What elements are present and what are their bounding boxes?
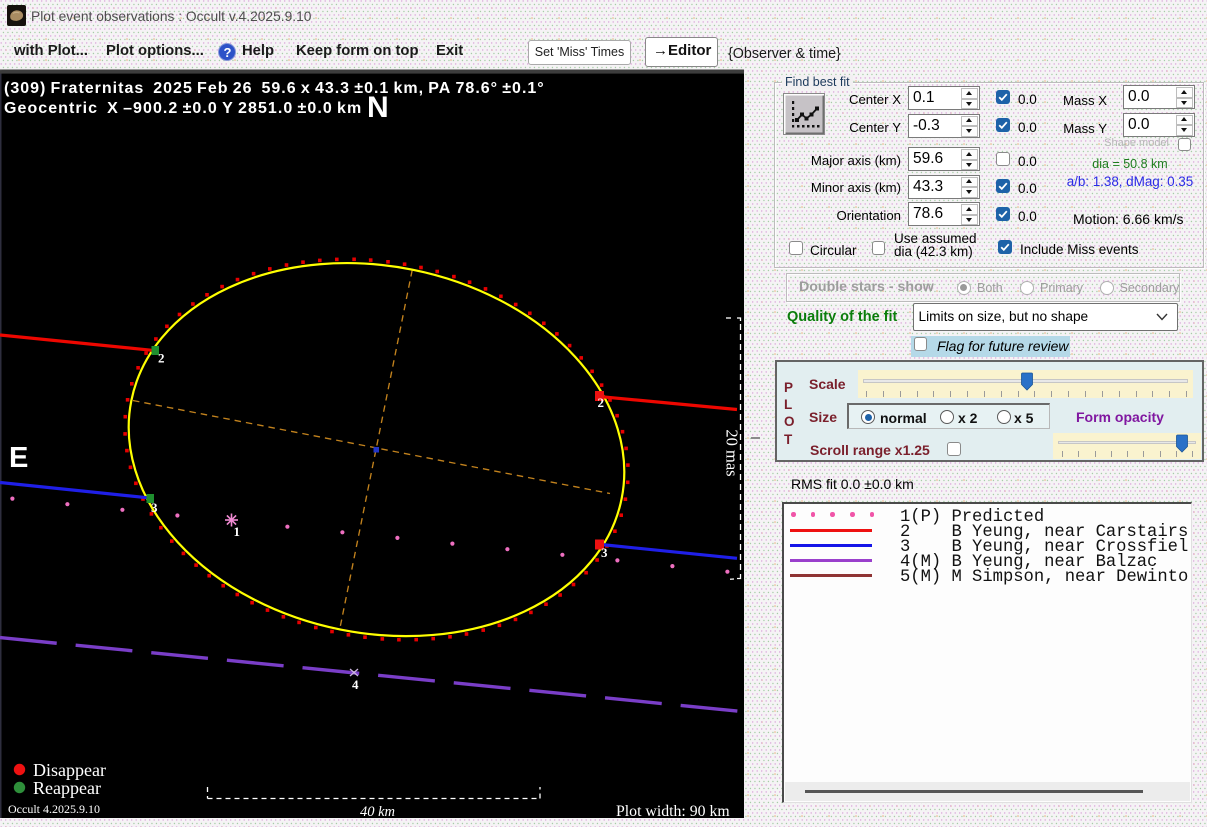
svg-text:Reappear: Reappear [33, 778, 101, 798]
svg-text:N: N [367, 91, 389, 124]
svg-text:(309) Fraternitas 2025 Feb 26: (309) Fraternitas 2025 Feb 26 59.6 x 43.… [4, 80, 545, 97]
svg-text:3: 3 [601, 545, 608, 560]
svg-text:40 km: 40 km [360, 804, 395, 818]
svg-text:Geocentric X –900.2 ±0.0 Y 285: Geocentric X –900.2 ±0.0 Y 2851.0 ±0.0 k… [4, 100, 362, 117]
svg-text:20 mas: 20 mas [723, 429, 742, 476]
svg-text:Plot width: 90 km: Plot width: 90 km [616, 803, 730, 818]
svg-text:1: 1 [234, 524, 241, 539]
svg-text:3: 3 [151, 500, 158, 515]
svg-text:2: 2 [598, 395, 605, 410]
svg-text:4: 4 [352, 677, 359, 692]
svg-text:E: E [9, 442, 28, 474]
svg-text:Occult 4.2025.9.10: Occult 4.2025.9.10 [8, 802, 100, 816]
svg-text:2: 2 [158, 351, 165, 366]
svg-text:Disappear: Disappear [33, 760, 106, 780]
